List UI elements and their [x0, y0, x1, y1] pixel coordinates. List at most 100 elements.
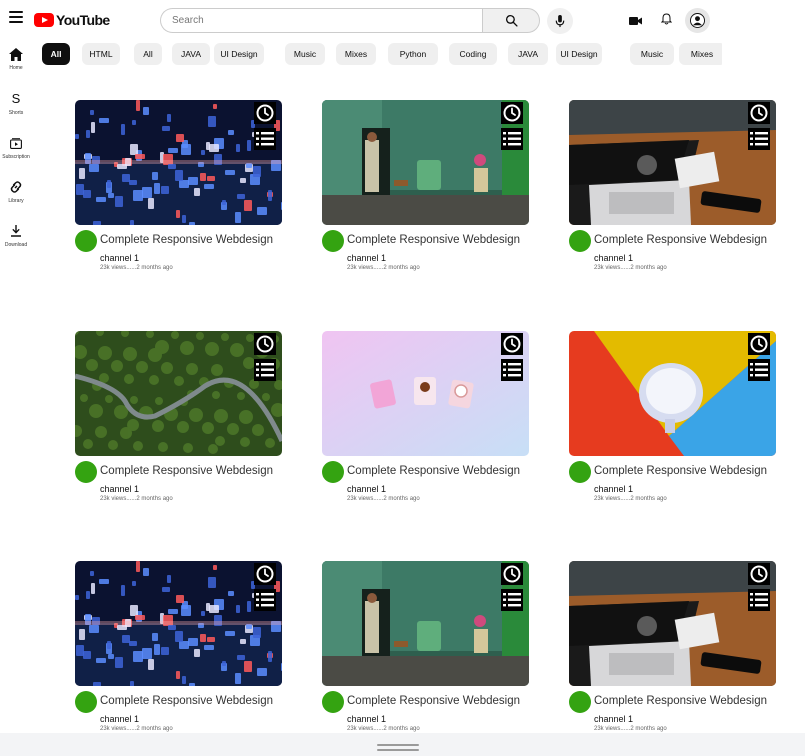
video-title[interactable]: Complete Responsive Webdesign: [594, 234, 767, 246]
video-thumbnail[interactable]: [322, 100, 529, 225]
sidebar-item-label: Library: [8, 198, 24, 204]
add-to-queue-button[interactable]: [501, 128, 523, 150]
create-video-button[interactable]: [629, 13, 642, 31]
channel-name[interactable]: channel 1: [100, 253, 139, 263]
channel-name[interactable]: channel 1: [100, 714, 139, 724]
add-to-queue-button[interactable]: [501, 589, 523, 611]
video-thumbnail[interactable]: [322, 331, 529, 456]
chip-html[interactable]: HTML: [82, 43, 120, 65]
video-card[interactable]: Complete Responsive Webdesign channel 1 23…: [322, 331, 529, 511]
video-thumbnail[interactable]: [322, 561, 529, 686]
channel-avatar[interactable]: [75, 461, 97, 483]
video-title[interactable]: Complete Responsive Webdesign: [100, 465, 273, 477]
add-to-queue-button[interactable]: [254, 128, 276, 150]
watch-later-button[interactable]: [254, 563, 276, 585]
add-to-queue-button[interactable]: [748, 128, 770, 150]
channel-avatar[interactable]: [569, 461, 591, 483]
chip-java[interactable]: JAVA: [172, 43, 210, 65]
chip-music[interactable]: Music: [630, 43, 674, 65]
chip-coding[interactable]: Coding: [449, 43, 497, 65]
video-title[interactable]: Complete Responsive Webdesign: [594, 695, 767, 707]
video-meta: 23k views......2 months ago: [347, 726, 420, 732]
channel-avatar[interactable]: [569, 230, 591, 252]
chip-music[interactable]: Music: [285, 43, 325, 65]
video-meta: 23k views......2 months ago: [594, 496, 667, 502]
channel-name[interactable]: channel 1: [347, 714, 386, 724]
video-card[interactable]: Complete Responsive Webdesign channel 1 23…: [75, 100, 282, 280]
video-meta: 23k views......2 months ago: [100, 496, 173, 502]
channel-avatar[interactable]: [322, 461, 344, 483]
video-title[interactable]: Complete Responsive Webdesign: [594, 465, 767, 477]
video-card[interactable]: Complete Responsive Webdesign channel 1 23…: [75, 331, 282, 511]
channel-avatar[interactable]: [569, 691, 591, 713]
sidebar-item-subscription[interactable]: Subscription: [0, 135, 32, 160]
sidebar-item-library[interactable]: Library: [0, 179, 32, 204]
watch-later-button[interactable]: [501, 333, 523, 355]
chip-ui-design[interactable]: UI Design: [214, 43, 264, 65]
video-title[interactable]: Complete Responsive Webdesign: [347, 695, 520, 707]
chip-all[interactable]: All: [134, 43, 162, 65]
chip-mixes[interactable]: Mixes: [336, 43, 376, 65]
search-button[interactable]: [482, 8, 540, 33]
watch-later-button[interactable]: [254, 333, 276, 355]
video-thumbnail[interactable]: [569, 100, 776, 225]
video-thumbnail[interactable]: [569, 561, 776, 686]
chip-partial[interactable]: [714, 43, 722, 65]
video-thumbnail[interactable]: [75, 561, 282, 686]
chip-all[interactable]: All: [42, 43, 70, 65]
add-to-queue-button[interactable]: [254, 359, 276, 381]
bell-icon: [660, 13, 673, 25]
watch-later-button[interactable]: [748, 333, 770, 355]
chip-java[interactable]: JAVA: [508, 43, 548, 65]
drag-handle[interactable]: [377, 744, 419, 752]
video-title[interactable]: Complete Responsive Webdesign: [100, 234, 273, 246]
add-to-queue-button[interactable]: [501, 359, 523, 381]
chip-ui-design[interactable]: UI Design: [556, 43, 602, 65]
add-to-queue-button[interactable]: [748, 589, 770, 611]
watch-later-button[interactable]: [748, 102, 770, 124]
search-input[interactable]: [160, 8, 482, 33]
video-card[interactable]: Complete Responsive Webdesign channel 1 23…: [322, 100, 529, 280]
sidebar-item-shorts[interactable]: S Shorts: [0, 91, 32, 116]
add-to-queue-button[interactable]: [748, 359, 770, 381]
account-avatar-button[interactable]: [685, 8, 710, 33]
hamburger-menu-button[interactable]: [9, 11, 23, 25]
channel-avatar[interactable]: [322, 230, 344, 252]
video-card[interactable]: Complete Responsive Webdesign channel 1 23…: [569, 331, 776, 511]
watch-later-button[interactable]: [748, 563, 770, 585]
chip-python[interactable]: Python: [388, 43, 438, 65]
sidebar-item-download[interactable]: Download: [0, 223, 32, 248]
channel-avatar[interactable]: [322, 691, 344, 713]
video-title[interactable]: Complete Responsive Webdesign: [347, 465, 520, 477]
notifications-button[interactable]: [660, 12, 673, 30]
video-card[interactable]: Complete Responsive Webdesign channel 1 23…: [569, 561, 776, 741]
video-card[interactable]: Complete Responsive Webdesign channel 1 23…: [75, 561, 282, 741]
add-to-queue-button[interactable]: [254, 589, 276, 611]
channel-name[interactable]: channel 1: [594, 484, 633, 494]
watch-later-button[interactable]: [254, 102, 276, 124]
voice-search-button[interactable]: [547, 8, 573, 34]
channel-name[interactable]: channel 1: [594, 253, 633, 263]
sidebar-item-label: Download: [4, 242, 28, 248]
youtube-logo[interactable]: YouTube: [34, 11, 110, 29]
video-thumbnail[interactable]: [569, 331, 776, 456]
channel-name[interactable]: channel 1: [100, 484, 139, 494]
channel-name[interactable]: channel 1: [347, 253, 386, 263]
channel-avatar[interactable]: [75, 230, 97, 252]
video-title[interactable]: Complete Responsive Webdesign: [347, 234, 520, 246]
watch-later-button[interactable]: [501, 102, 523, 124]
clock-icon: [256, 104, 274, 122]
video-card[interactable]: Complete Responsive Webdesign channel 1 23…: [569, 100, 776, 280]
clock-icon: [256, 565, 274, 583]
channel-avatar[interactable]: [75, 691, 97, 713]
channel-name[interactable]: channel 1: [347, 484, 386, 494]
video-card[interactable]: Complete Responsive Webdesign channel 1 23…: [322, 561, 529, 741]
playlist-icon: [503, 363, 521, 377]
channel-name[interactable]: channel 1: [594, 714, 633, 724]
video-thumbnail[interactable]: [75, 331, 282, 456]
video-thumbnail[interactable]: [75, 100, 282, 225]
watch-later-button[interactable]: [501, 563, 523, 585]
video-title[interactable]: Complete Responsive Webdesign: [100, 695, 273, 707]
sidebar-item-home[interactable]: Home: [0, 46, 32, 71]
video-meta: 23k views......2 months ago: [100, 726, 173, 732]
